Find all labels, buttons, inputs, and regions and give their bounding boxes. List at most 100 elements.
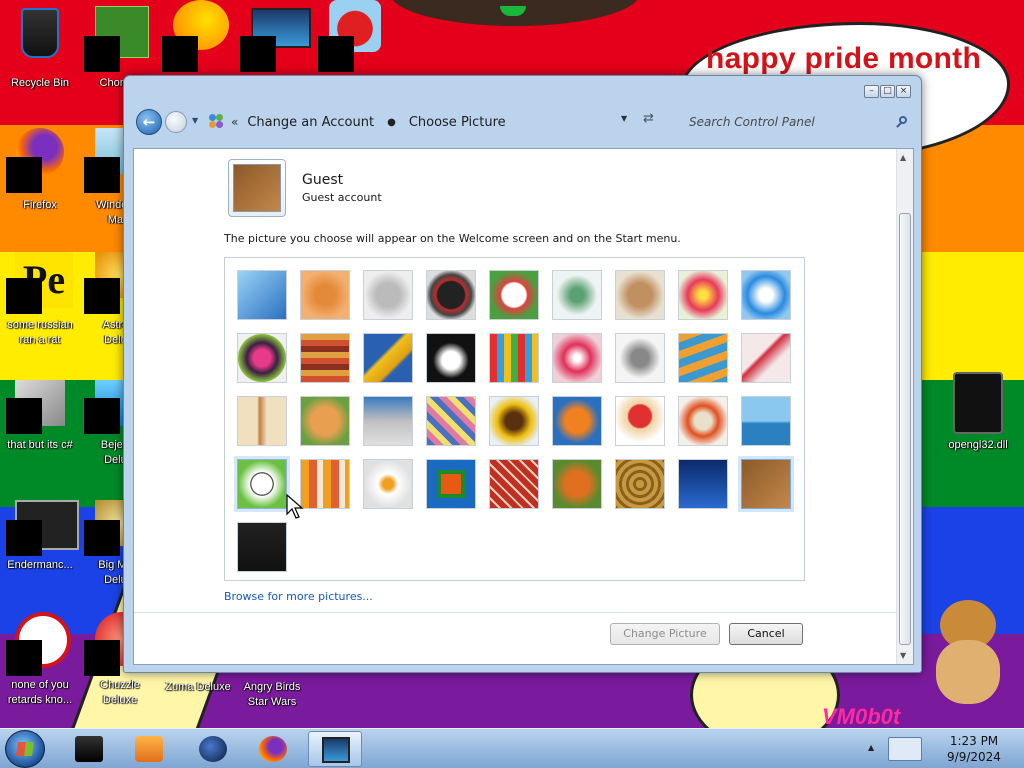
picture-crayons[interactable]	[489, 333, 539, 383]
search-box[interactable]: Search Control Panel	[673, 110, 913, 134]
desktop-icon-label: Chuzzle	[100, 679, 140, 691]
maximize-button[interactable]: □	[880, 85, 895, 98]
breadcrumb-choose-picture[interactable]: Choose Picture	[409, 115, 506, 130]
picture-fabric[interactable]	[300, 333, 350, 383]
picture-window[interactable]	[426, 459, 476, 509]
terminal-icon	[75, 736, 103, 762]
system-tray: ▲ 1:23 PM 9/9/2024	[862, 729, 1022, 768]
picture-kitten[interactable]	[615, 270, 665, 320]
redaction-box	[6, 520, 42, 556]
forward-button[interactable]	[165, 111, 187, 133]
minimize-button[interactable]: –	[864, 85, 879, 98]
picture-toy-robot[interactable]	[363, 396, 413, 446]
scroll-down-icon[interactable]: ▼	[900, 651, 906, 660]
picture-striped-ball[interactable]	[237, 333, 287, 383]
desktop-icon-label: Angry Birds	[243, 681, 301, 693]
picture-pinwheel[interactable]	[741, 270, 791, 320]
cancel-button[interactable]: Cancel	[729, 623, 803, 645]
picture-turntable[interactable]	[426, 270, 476, 320]
picture-pink-flower[interactable]	[678, 270, 728, 320]
taskbar-item-globe[interactable]	[186, 731, 240, 767]
refresh-icon[interactable]: ⇄	[643, 111, 654, 126]
desktop-icon-angry-birds-star-wars[interactable]: Angry Birds Star Wars	[232, 680, 312, 710]
search-input[interactable]: Search Control Panel	[689, 115, 895, 129]
picture-robot-figure[interactable]	[363, 270, 413, 320]
picture-paper-star[interactable]	[552, 333, 602, 383]
display-settings-icon	[322, 737, 350, 763]
taskbar-item-firefox[interactable]	[246, 731, 300, 767]
taskbar-item-media-player[interactable]	[122, 731, 176, 767]
network-icon[interactable]	[888, 737, 922, 761]
breadcrumb-change-an-account[interactable]: Change an Account	[247, 115, 374, 130]
taskbar-item-terminal[interactable]	[62, 731, 116, 767]
picture-daruma[interactable]	[678, 396, 728, 446]
picture-pomeranian[interactable]	[300, 396, 350, 446]
picture-soccer-ball[interactable]	[234, 456, 290, 512]
redaction-box	[240, 36, 276, 72]
back-button[interactable]: ←	[136, 109, 162, 135]
mouse-cursor-icon	[286, 494, 304, 519]
taskbar-item-display-settings[interactable]	[308, 731, 362, 767]
picture-sunflower[interactable]	[489, 396, 539, 446]
desktop-icon-label: Deluxe	[102, 694, 138, 706]
redaction-box	[84, 157, 120, 193]
vertical-scrollbar[interactable]: ▲ ▼	[896, 149, 913, 664]
picture-sailboat[interactable]	[741, 396, 791, 446]
dll-file-icon	[953, 372, 1003, 434]
picture-stairs[interactable]	[678, 333, 728, 383]
clock[interactable]: 1:23 PM 9/9/2024	[928, 733, 1020, 765]
picture-jacks[interactable]	[615, 333, 665, 383]
desktop-icon-label: some russian	[7, 319, 73, 331]
account-type: Guest account	[302, 191, 382, 204]
browse-more-pictures-link[interactable]: Browse for more pictures...	[224, 590, 373, 603]
content-pane: Guest Guest account The picture you choo…	[133, 148, 914, 665]
breadcrumb-separator-icon[interactable]: ●	[387, 117, 396, 128]
search-icon[interactable]	[895, 115, 909, 129]
picture-yellow-leaf[interactable]	[363, 333, 413, 383]
redaction-box	[318, 36, 354, 72]
desktop-icon-zuma-deluxe[interactable]: Zuma Deluxe	[158, 680, 238, 695]
picture-paper-crane[interactable]	[741, 333, 791, 383]
scroll-thumb[interactable]	[899, 213, 911, 645]
address-dropdown-icon[interactable]: ▼	[621, 114, 627, 123]
picture-guitar[interactable]	[237, 396, 287, 446]
breadcrumb-overflow-icon[interactable]: «	[231, 115, 238, 129]
redaction-box	[6, 157, 42, 193]
picture-lucky-cat[interactable]	[489, 270, 539, 320]
picture-lighthouse[interactable]	[678, 459, 728, 509]
desktop-icon-label: Star Wars	[247, 696, 297, 708]
picture-woven-fabric[interactable]	[489, 459, 539, 509]
hamster-mascot	[930, 600, 1006, 704]
picture-hot-air-balloon[interactable]	[615, 396, 665, 446]
desktop-icon-label: Firefox	[23, 199, 57, 211]
picture-butterfly[interactable]	[552, 459, 602, 509]
close-button[interactable]: ×	[896, 85, 911, 98]
picture-gyroscope[interactable]	[552, 270, 602, 320]
show-hidden-icons-icon[interactable]: ▲	[868, 743, 874, 752]
picture-border-collie[interactable]	[426, 333, 476, 383]
globe-icon	[199, 736, 227, 762]
start-button[interactable]	[5, 730, 45, 768]
picture-starfish[interactable]	[300, 270, 350, 320]
redaction-box	[84, 398, 120, 434]
wallpaper-watermark: VM0b0t	[822, 704, 901, 728]
picture-roller-coaster[interactable]	[237, 270, 287, 320]
redaction-box	[84, 520, 120, 556]
scroll-up-icon[interactable]: ▲	[900, 153, 906, 162]
picture-suitcase[interactable]	[738, 456, 794, 512]
picture-marbles[interactable]	[363, 459, 413, 509]
control-panel-icon	[209, 114, 225, 130]
address-bar[interactable]: « Change an Account ● Choose Picture	[205, 108, 665, 136]
change-picture-button[interactable]: Change Picture	[610, 623, 720, 645]
picture-fish[interactable]	[552, 396, 602, 446]
picture-scarves[interactable]	[426, 396, 476, 446]
desktop-icon-label: Recycle Bin	[10, 77, 70, 89]
picture-basket[interactable]	[615, 459, 665, 509]
media-player-icon	[135, 736, 163, 762]
control-panel-window: – □ × ← ▼ « Change an Account ● Choose P…	[123, 75, 922, 673]
desktop-icon-opengl32[interactable]: opengl32.dll	[938, 372, 1018, 453]
picture-laptop-screen[interactable]	[237, 522, 287, 572]
desktop-icon-recycle-bin[interactable]: Recycle Bin	[0, 6, 80, 91]
recent-pages-dropdown[interactable]: ▼	[192, 116, 202, 126]
redaction-box	[84, 640, 120, 676]
